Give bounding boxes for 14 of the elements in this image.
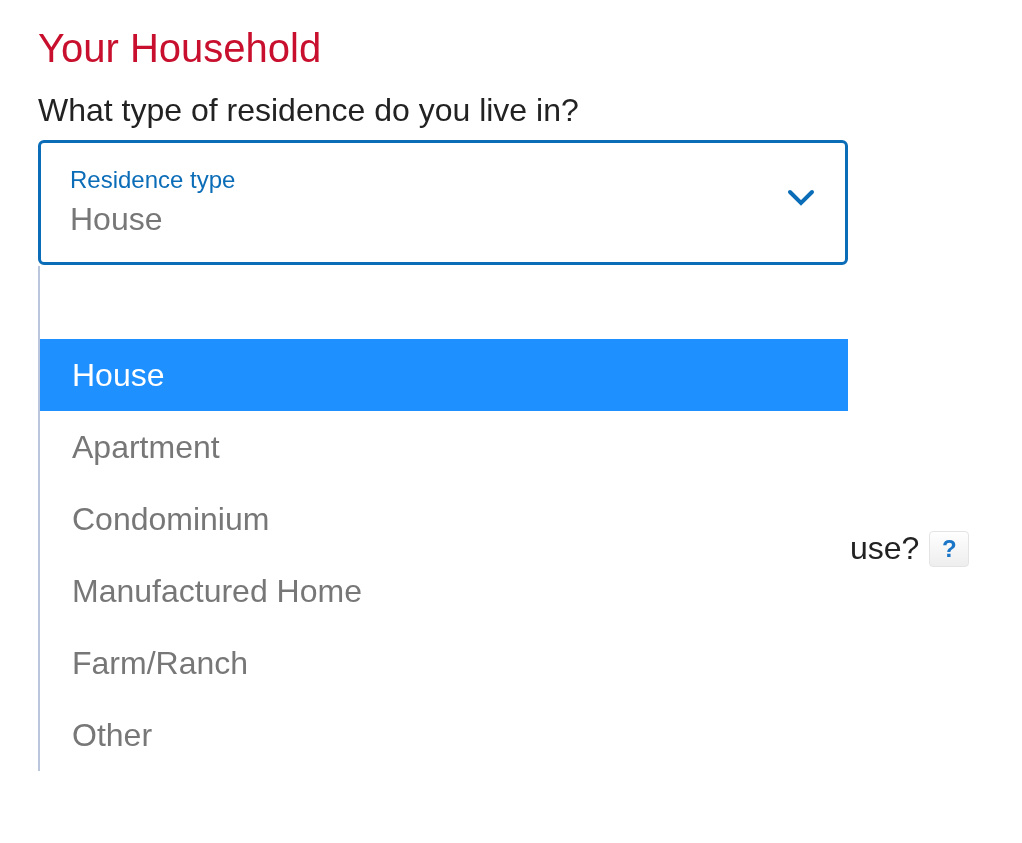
dropdown-option[interactable]: Farm/Ranch [40, 627, 848, 699]
field-value: House [70, 199, 164, 239]
dropdown-option[interactable]: Manufactured Home [40, 555, 848, 627]
residence-type-select[interactable]: Residence type House [38, 140, 848, 265]
dropdown-option[interactable]: Apartment [40, 411, 848, 483]
question-text: What type of residence do you live in? [38, 91, 580, 130]
dropdown-option[interactable]: Condominium [40, 483, 848, 555]
help-button[interactable]: ? [929, 530, 970, 567]
chevron-down-icon [787, 188, 815, 207]
dropdown-option[interactable]: House [40, 339, 848, 411]
dropdown-option[interactable]: Other [40, 699, 848, 771]
field-label: Residence type [70, 164, 236, 195]
question-text: use? [850, 530, 920, 567]
section-heading: Your Household [38, 25, 322, 72]
